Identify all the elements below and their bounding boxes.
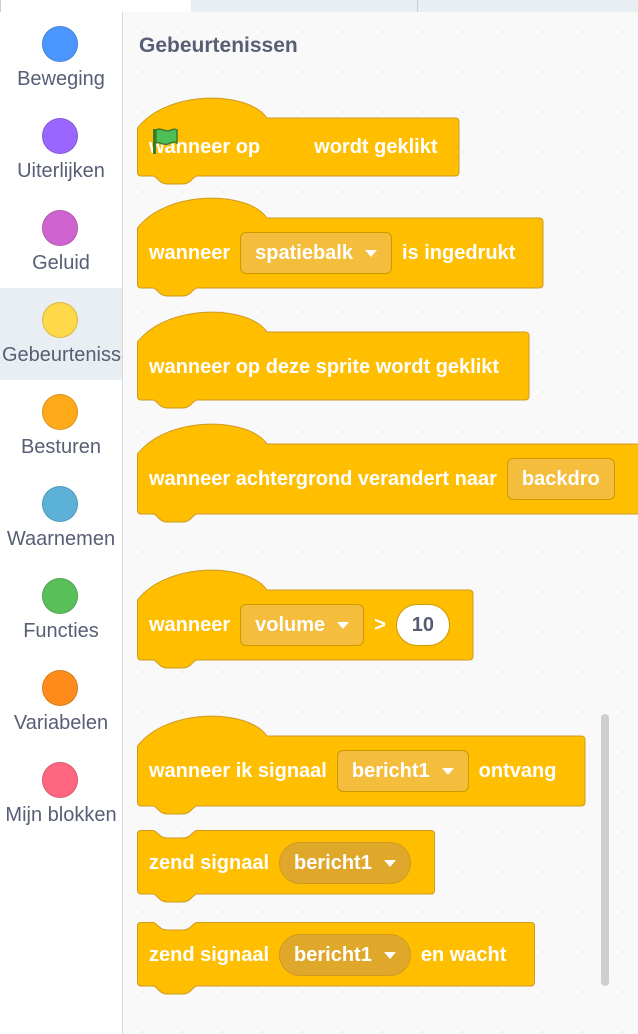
when-i-receive-block[interactable]: wanneer ik signaal bericht1 ontvang bbox=[137, 715, 586, 818]
caret-down-icon bbox=[337, 621, 350, 629]
category-label: Waarnemen bbox=[6, 528, 116, 550]
category-events[interactable]: Gebeurtenissen bbox=[0, 288, 122, 380]
category-label: Besturen bbox=[20, 436, 102, 458]
blocks-palette: Gebeurtenissen wanneer op wordt geklikt … bbox=[123, 12, 638, 1034]
broadcast-block[interactable]: zend signaal bericht1 bbox=[137, 830, 435, 904]
category-sound[interactable]: Geluid bbox=[0, 196, 122, 288]
caret-down-icon bbox=[441, 767, 454, 775]
message-dropdown[interactable]: bericht1 bbox=[279, 842, 411, 884]
message-dropdown[interactable]: bericht1 bbox=[336, 750, 469, 792]
category-control[interactable]: Besturen bbox=[0, 380, 122, 472]
message-dropdown[interactable]: bericht1 bbox=[279, 934, 411, 976]
dropdown-value: spatiebalk bbox=[255, 241, 353, 264]
category-operators[interactable]: Functies bbox=[0, 564, 122, 656]
tab-costumes[interactable] bbox=[191, 0, 418, 12]
variables-category-icon bbox=[42, 670, 78, 706]
block-text: wordt geklikt bbox=[314, 135, 438, 158]
block-text: wanneer ik signaal bbox=[149, 759, 327, 782]
block-text: wanneer bbox=[149, 241, 231, 264]
block-text: is ingedrukt bbox=[401, 241, 516, 264]
caret-down-icon bbox=[383, 859, 396, 867]
when-key-pressed-block[interactable]: wanneer spatiebalk is ingedrukt bbox=[137, 197, 544, 300]
category-my-blocks[interactable]: Mijn blokken bbox=[0, 748, 122, 840]
block-text: en wacht bbox=[420, 943, 507, 966]
dropdown-value: backdro bbox=[521, 467, 600, 490]
sound-category-icon bbox=[42, 210, 78, 246]
palette-title: Gebeurtenissen bbox=[139, 34, 298, 57]
when-greater-than-block[interactable]: wanneer volume > 10 bbox=[137, 569, 474, 672]
category-looks[interactable]: Uiterlijken bbox=[0, 104, 122, 196]
category-label: Beweging bbox=[17, 68, 105, 90]
category-label: Gebeurtenissen bbox=[2, 344, 122, 366]
broadcast-and-wait-block[interactable]: zend signaal bericht1 en wacht bbox=[137, 922, 535, 996]
operator-text: > bbox=[374, 613, 386, 636]
dropdown-value: volume bbox=[255, 613, 326, 636]
dropdown-value: bericht1 bbox=[294, 943, 372, 966]
block-text: wanneer bbox=[149, 613, 231, 636]
category-label: Functies bbox=[23, 620, 99, 642]
backdrop-dropdown[interactable]: backdro bbox=[506, 458, 615, 500]
looks-category-icon bbox=[42, 118, 78, 154]
tab-code[interactable] bbox=[0, 0, 192, 12]
green-flag-icon bbox=[153, 128, 300, 162]
my-blocks-category-icon bbox=[42, 762, 78, 798]
caret-down-icon bbox=[383, 951, 396, 959]
category-sidebar: Beweging Uiterlijken Geluid Gebeurteniss… bbox=[0, 12, 123, 1034]
category-label: Mijn blokken bbox=[5, 804, 117, 826]
operators-category-icon bbox=[42, 578, 78, 614]
block-text: wanneer achtergrond verandert naar bbox=[149, 467, 497, 490]
category-label: Geluid bbox=[32, 252, 90, 274]
palette-scrollbar[interactable] bbox=[601, 714, 609, 986]
caret-down-icon bbox=[364, 249, 377, 257]
tab-sounds[interactable] bbox=[418, 0, 638, 12]
control-category-icon bbox=[42, 394, 78, 430]
when-sprite-clicked-block[interactable]: wanneer op deze sprite wordt geklikt bbox=[137, 311, 530, 412]
key-dropdown[interactable]: spatiebalk bbox=[240, 232, 392, 274]
when-backdrop-switches-block[interactable]: wanneer achtergrond verandert naar backd… bbox=[137, 423, 638, 526]
input-value: 10 bbox=[411, 613, 434, 636]
category-label: Variabelen bbox=[13, 712, 109, 734]
sensor-dropdown[interactable]: volume bbox=[240, 604, 365, 646]
block-text: wanneer op deze sprite wordt geklikt bbox=[149, 355, 500, 378]
events-category-icon bbox=[42, 302, 78, 338]
category-label: Uiterlijken bbox=[17, 160, 105, 182]
block-text: ontvang bbox=[478, 759, 557, 782]
block-text: zend signaal bbox=[149, 851, 270, 874]
category-sensing[interactable]: Waarnemen bbox=[0, 472, 122, 564]
dropdown-value: bericht1 bbox=[351, 759, 430, 782]
category-motion[interactable]: Beweging bbox=[0, 12, 122, 104]
when-flag-clicked-block[interactable]: wanneer op wordt geklikt bbox=[137, 97, 460, 186]
dropdown-value: bericht1 bbox=[294, 851, 372, 874]
threshold-input[interactable]: 10 bbox=[395, 604, 450, 646]
block-text: zend signaal bbox=[149, 943, 270, 966]
category-variables[interactable]: Variabelen bbox=[0, 656, 122, 748]
motion-category-icon bbox=[42, 26, 78, 62]
sensing-category-icon bbox=[42, 486, 78, 522]
